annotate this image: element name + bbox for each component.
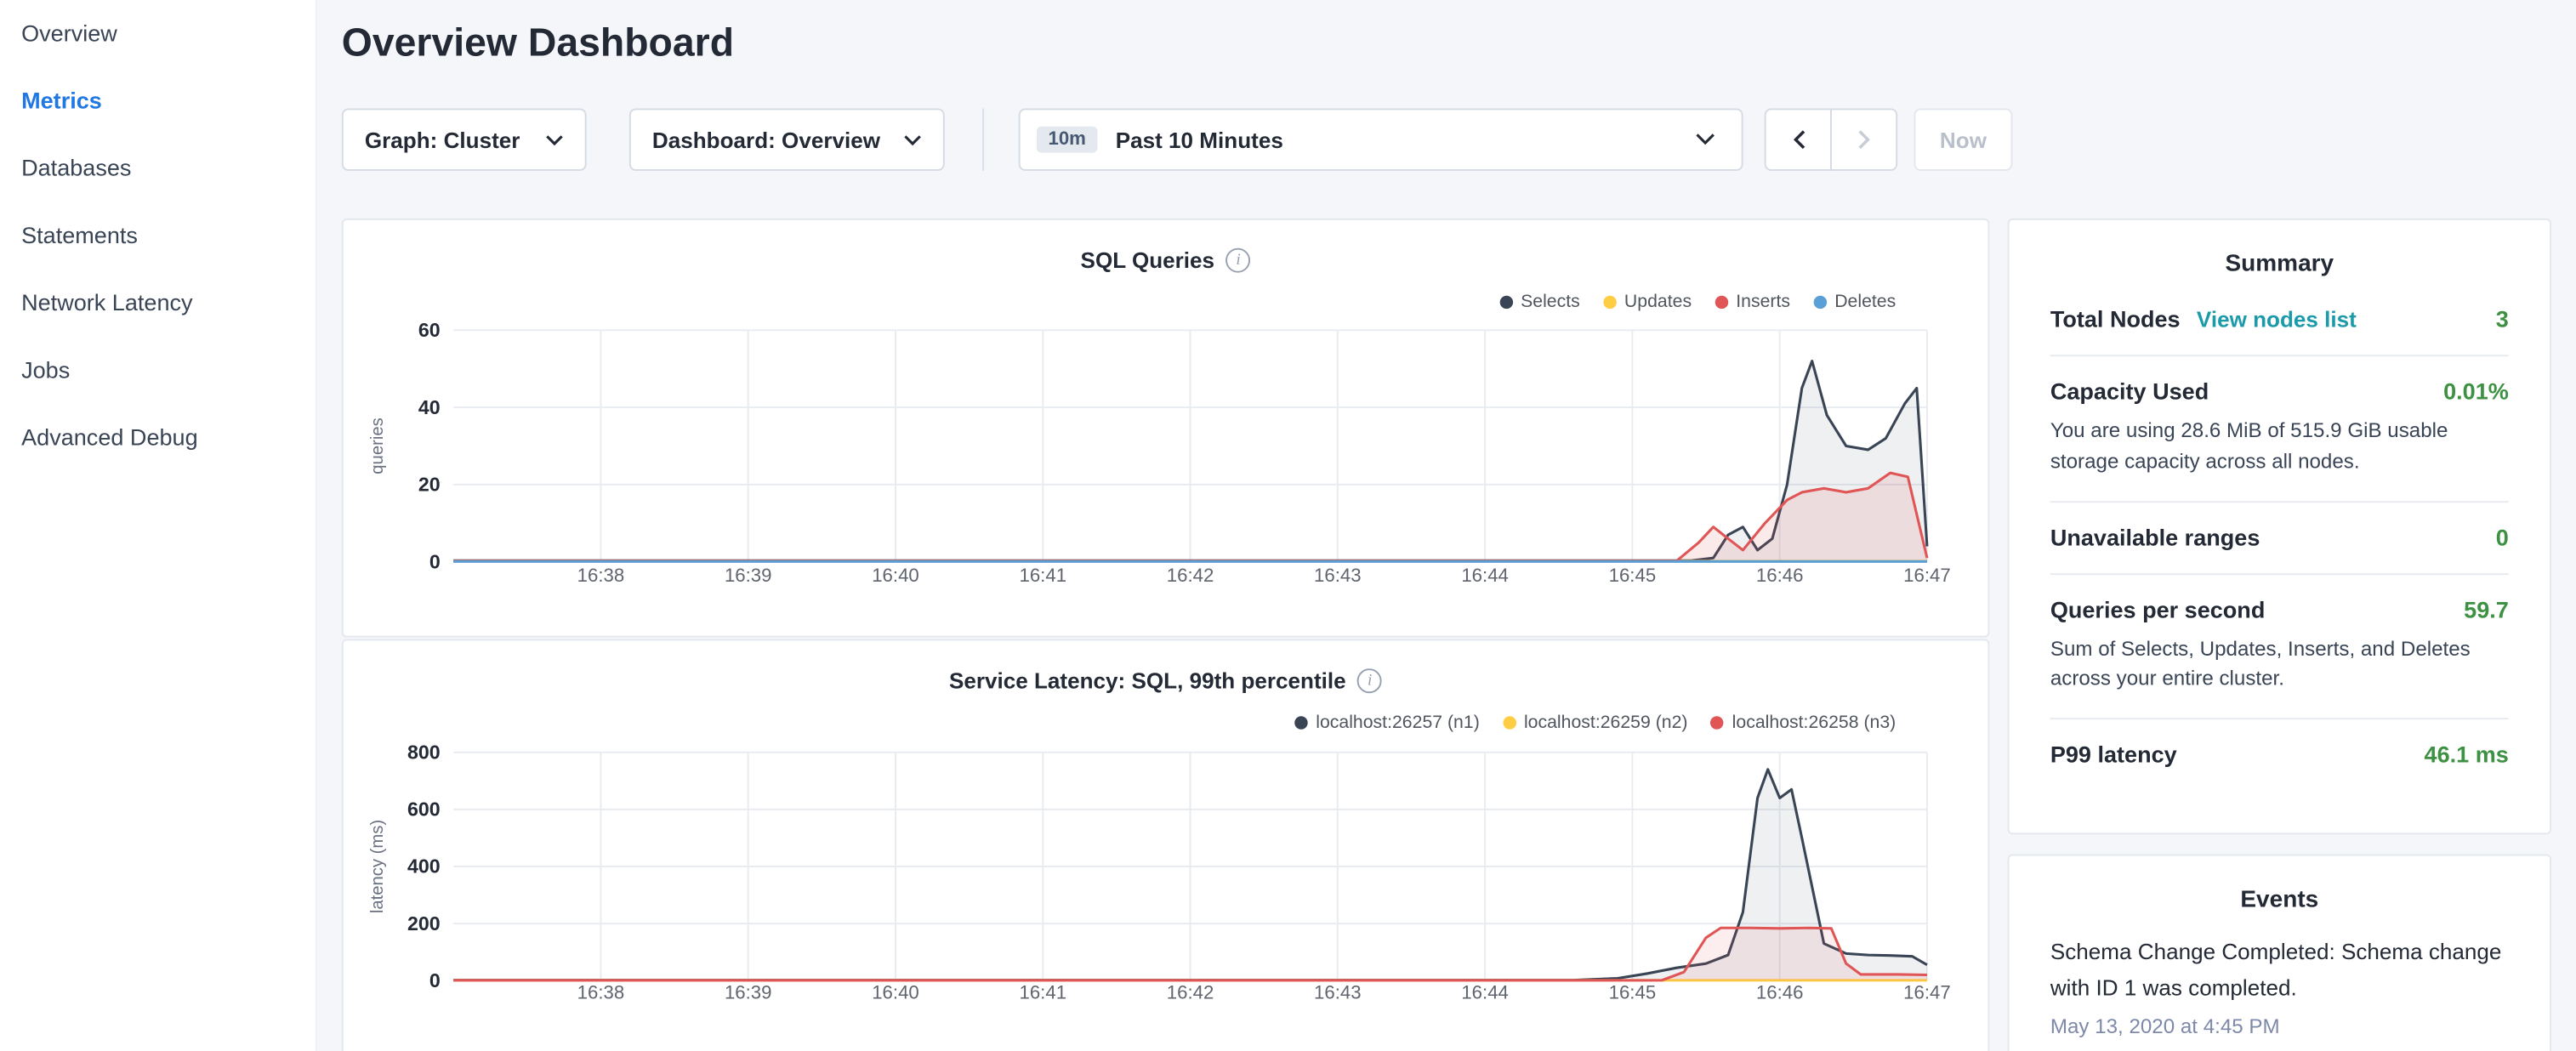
svg-text:16:38: 16:38 <box>577 982 625 1003</box>
chevron-down-icon <box>545 134 563 145</box>
now-button[interactable]: Now <box>1914 108 2013 170</box>
sidebar: Overview Metrics Databases Statements Ne… <box>0 0 317 1051</box>
summary-description: Sum of Selects, Updates, Inserts, and De… <box>2050 633 2509 695</box>
sidebar-item-metrics[interactable]: Metrics <box>0 67 316 134</box>
svg-text:16:40: 16:40 <box>872 982 919 1003</box>
summary-title: Summary <box>2050 220 2509 284</box>
summary-value: 46.1 ms <box>2425 741 2509 767</box>
charts-column: SQL Queries Selects Updates Inserts <box>342 219 1990 1051</box>
summary-label: Queries per second <box>2050 595 2266 622</box>
sidebar-item-network-latency[interactable]: Network Latency <box>0 270 316 337</box>
summary-value: 3 <box>2496 305 2509 332</box>
view-nodes-list-link[interactable]: View nodes list <box>2197 307 2357 332</box>
sidebar-item-statements[interactable]: Statements <box>0 202 316 270</box>
sidebar-item-overview[interactable]: Overview <box>0 0 316 67</box>
summary-row-capacity-used: Capacity Used 0.01% You are using 28.6 M… <box>2050 356 2509 502</box>
chevron-down-icon <box>903 134 921 145</box>
svg-text:queries: queries <box>368 418 387 474</box>
summary-row-total-nodes: Total Nodes View nodes list 3 <box>2050 284 2509 356</box>
chevron-left-icon <box>1792 130 1805 150</box>
summary-description: You are using 28.6 MiB of 515.9 GiB usab… <box>2050 416 2509 477</box>
svg-text:600: 600 <box>407 798 441 821</box>
svg-text:800: 800 <box>407 741 441 763</box>
time-range-picker[interactable]: 10m Past 10 Minutes <box>1019 108 1743 170</box>
summary-row-unavailable-ranges: Unavailable ranges 0 <box>2050 502 2509 574</box>
dashboard-select-dropdown-label: Dashboard: Overview <box>652 128 880 152</box>
right-column: Summary Total Nodes View nodes list 3 Ca… <box>2008 219 2551 1051</box>
svg-text:16:39: 16:39 <box>725 982 772 1003</box>
dashboard-controls: Graph: Cluster Dashboard: Overview 10m P… <box>342 108 2013 170</box>
sidebar-item-databases[interactable]: Databases <box>0 134 316 202</box>
svg-text:20: 20 <box>418 474 441 496</box>
service-latency-plot[interactable]: 0 200 400 600 800 16:38 16:39 16:40 16:41 16:42 16… <box>344 640 1992 1051</box>
svg-text:16:47: 16:47 <box>1903 565 1951 586</box>
time-range-badge: 10m <box>1037 127 1098 153</box>
sql-queries-plot[interactable]: 0 20 40 60 16:38 16:39 16:40 16:41 16:42 16:43 16:… <box>344 220 1992 639</box>
svg-text:16:46: 16:46 <box>1756 982 1804 1003</box>
events-title: Events <box>2050 855 2509 919</box>
dashboard-select-dropdown[interactable]: Dashboard: Overview <box>629 108 945 170</box>
summary-label: Unavailable ranges <box>2050 523 2260 549</box>
time-forward-button[interactable] <box>1830 108 1897 170</box>
svg-text:16:42: 16:42 <box>1167 982 1214 1003</box>
svg-text:16:43: 16:43 <box>1314 982 1362 1003</box>
summary-value: 59.7 <box>2464 595 2509 622</box>
summary-label: Total Nodes <box>2050 305 2181 332</box>
svg-text:0: 0 <box>429 969 441 991</box>
graph-scope-dropdown[interactable]: Graph: Cluster <box>342 108 587 170</box>
svg-text:16:45: 16:45 <box>1609 565 1657 586</box>
time-back-button[interactable] <box>1765 108 1832 170</box>
svg-text:400: 400 <box>407 855 441 878</box>
summary-value: 0.01% <box>2443 378 2509 404</box>
svg-text:16:39: 16:39 <box>725 565 772 586</box>
svg-text:40: 40 <box>418 396 441 418</box>
time-range-label: Past 10 Minutes <box>1116 128 1283 152</box>
summary-panel: Summary Total Nodes View nodes list 3 Ca… <box>2008 219 2551 834</box>
svg-text:200: 200 <box>407 912 441 935</box>
svg-text:16:43: 16:43 <box>1314 565 1362 586</box>
summary-label: Capacity Used <box>2050 378 2209 404</box>
sidebar-item-jobs[interactable]: Jobs <box>0 337 316 404</box>
page-title: Overview Dashboard <box>342 21 734 67</box>
svg-text:16:47: 16:47 <box>1903 982 1951 1003</box>
time-pager <box>1765 108 1897 170</box>
sql-queries-chart-card: SQL Queries Selects Updates Inserts <box>342 219 1990 638</box>
summary-row-p99-latency: P99 latency 46.1 ms <box>2050 719 2509 790</box>
event-item[interactable]: Schema Change Completed: Schema change w… <box>2050 935 2509 1038</box>
service-latency-chart-card: Service Latency: SQL, 99th percentile lo… <box>342 639 1990 1051</box>
svg-text:16:44: 16:44 <box>1461 565 1509 586</box>
svg-text:16:41: 16:41 <box>1019 982 1066 1003</box>
svg-text:16:46: 16:46 <box>1756 565 1804 586</box>
graph-scope-dropdown-label: Graph: Cluster <box>365 128 520 152</box>
event-timestamp: May 13, 2020 at 4:45 PM <box>2050 1015 2509 1038</box>
app-window: Overview Metrics Databases Statements Ne… <box>0 0 2576 1051</box>
summary-row-queries-per-second: Queries per second 59.7 Sum of Selects, … <box>2050 574 2509 719</box>
svg-text:16:42: 16:42 <box>1167 565 1214 586</box>
svg-text:16:40: 16:40 <box>872 565 919 586</box>
sidebar-item-advanced-debug[interactable]: Advanced Debug <box>0 404 316 471</box>
svg-text:latency (ms): latency (ms) <box>368 820 387 913</box>
summary-value: 0 <box>2496 523 2509 549</box>
events-panel: Events Schema Change Completed: Schema c… <box>2008 855 2551 1051</box>
event-text: Schema Change Completed: Schema change w… <box>2050 935 2509 1005</box>
svg-text:0: 0 <box>429 550 441 572</box>
svg-text:60: 60 <box>418 319 441 341</box>
divider <box>982 108 984 170</box>
svg-text:16:45: 16:45 <box>1609 982 1657 1003</box>
summary-label: P99 latency <box>2050 741 2177 767</box>
svg-text:16:41: 16:41 <box>1019 565 1066 586</box>
svg-text:16:38: 16:38 <box>577 565 625 586</box>
svg-text:16:44: 16:44 <box>1461 982 1509 1003</box>
chevron-right-icon <box>1857 130 1870 150</box>
chevron-down-icon <box>1696 133 1715 145</box>
